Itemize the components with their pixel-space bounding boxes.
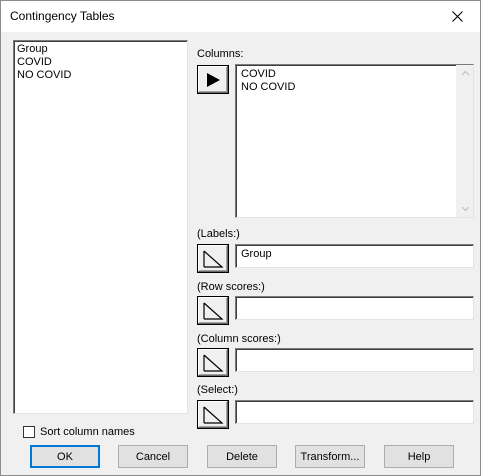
scroll-down-icon[interactable] <box>461 204 470 213</box>
labels-select-button[interactable] <box>197 244 229 273</box>
contingency-tables-dialog: Contingency Tables Group COVID NO COVID … <box>0 0 481 476</box>
formula-icon <box>203 406 224 424</box>
columns-scrollbar[interactable] <box>456 65 473 217</box>
columns-select-button[interactable] <box>197 65 229 94</box>
list-item[interactable]: NO COVID <box>17 69 184 82</box>
columns-label: Columns: <box>197 48 244 60</box>
column-scores-label: (Column scores:) <box>197 333 281 345</box>
select-select-button[interactable] <box>197 400 229 429</box>
sort-column-names-label: Sort column names <box>40 426 135 438</box>
close-icon <box>451 11 463 22</box>
ok-button[interactable]: OK <box>30 445 100 468</box>
sort-column-names-option[interactable]: Sort column names <box>23 426 135 438</box>
list-item[interactable]: NO COVID <box>241 81 468 94</box>
close-button[interactable] <box>434 1 480 32</box>
labels-field[interactable]: Group <box>235 244 474 268</box>
window-title: Contingency Tables <box>10 9 115 23</box>
columns-list[interactable]: COVID NO COVID <box>235 64 474 218</box>
row-scores-label: (Row scores:) <box>197 281 265 293</box>
transform-button[interactable]: Transform... <box>295 445 365 468</box>
select-label: (Select:) <box>197 384 238 396</box>
help-button[interactable]: Help <box>384 445 454 468</box>
select-field[interactable] <box>235 400 474 424</box>
formula-icon <box>203 250 224 268</box>
formula-icon <box>203 354 224 372</box>
scroll-up-icon[interactable] <box>461 69 470 78</box>
column-scores-field[interactable] <box>235 348 474 372</box>
play-arrow-icon <box>207 72 220 87</box>
cancel-button[interactable]: Cancel <box>118 445 188 468</box>
title-bar: Contingency Tables <box>1 1 480 32</box>
list-item[interactable]: COVID <box>17 56 184 69</box>
column-scores-select-button[interactable] <box>197 348 229 377</box>
row-scores-field[interactable] <box>235 296 474 320</box>
row-scores-select-button[interactable] <box>197 296 229 325</box>
list-item[interactable]: Group <box>17 43 184 56</box>
variables-list[interactable]: Group COVID NO COVID <box>13 40 188 414</box>
list-item[interactable]: COVID <box>241 68 468 81</box>
formula-icon <box>203 302 224 320</box>
delete-button[interactable]: Delete <box>207 445 277 468</box>
sort-column-names-checkbox[interactable] <box>23 426 35 438</box>
labels-label: (Labels:) <box>197 228 240 240</box>
